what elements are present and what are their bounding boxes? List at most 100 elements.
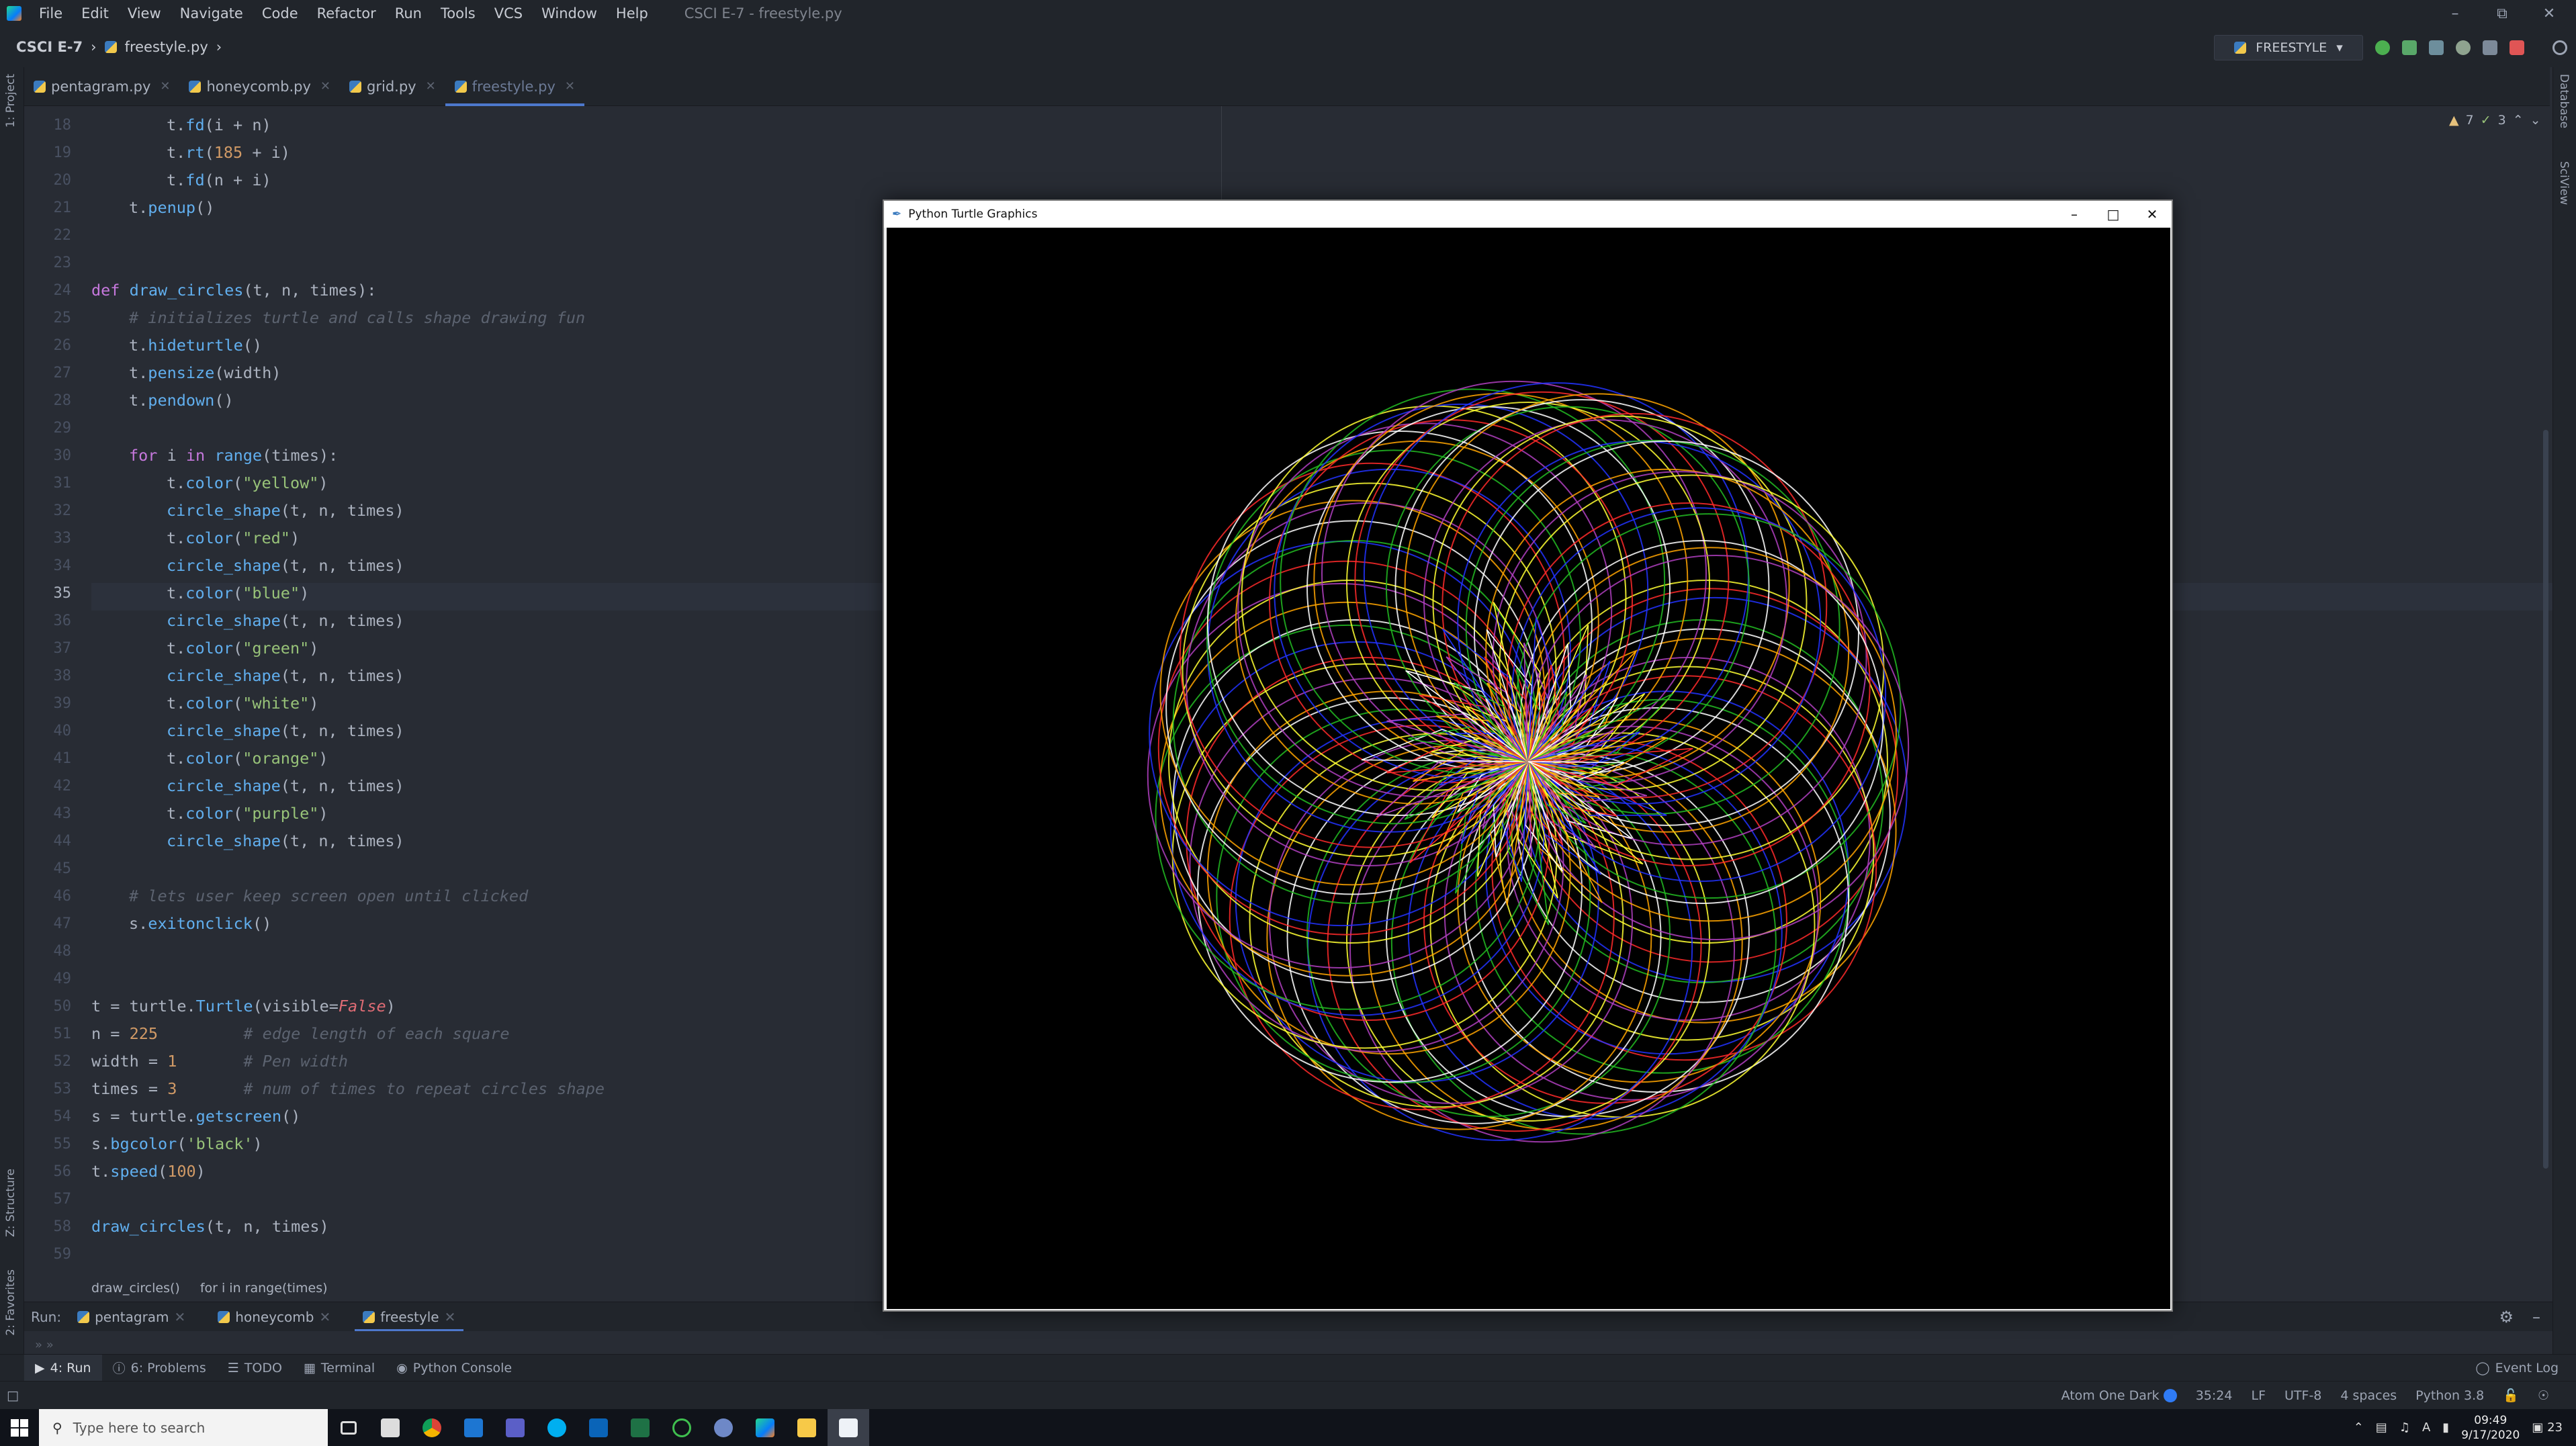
theme-indicator[interactable]: Atom One Dark xyxy=(2061,1388,2177,1403)
editor-scrollbar[interactable] xyxy=(2543,430,2548,1169)
taskbar-search[interactable]: ⚲ Type here to search xyxy=(39,1409,328,1446)
code-line[interactable]: t.fd(n + i) xyxy=(167,167,271,194)
run-concurrency-icon[interactable] xyxy=(2483,40,2497,55)
code-line[interactable]: # lets user keep screen open until click… xyxy=(129,883,528,910)
close-icon[interactable]: ✕ xyxy=(2133,201,2172,228)
file-explorer-app[interactable] xyxy=(786,1409,828,1446)
code-line[interactable]: times = 3 # num of times to repeat circl… xyxy=(91,1075,605,1103)
menu-refactor[interactable]: Refactor xyxy=(308,5,386,21)
code-line[interactable]: circle_shape(t, n, times) xyxy=(167,717,404,745)
breadcrumb-project[interactable]: CSCI E-7 xyxy=(16,39,83,55)
tool-problems[interactable]: ⓘ 6: Problems xyxy=(102,1359,217,1377)
breadcrumb-function[interactable]: draw_circles() xyxy=(91,1281,180,1296)
network-icon[interactable]: ▤ xyxy=(2376,1420,2387,1435)
caret-position[interactable]: 35:24 xyxy=(2196,1388,2233,1403)
code-line[interactable]: s = turtle.getscreen() xyxy=(91,1103,300,1130)
menu-window[interactable]: Window xyxy=(532,5,607,21)
code-line[interactable]: t.color("blue") xyxy=(167,580,309,607)
event-log-button[interactable]: ◯ Event Log xyxy=(2464,1361,2569,1375)
stop-icon[interactable] xyxy=(2510,40,2524,55)
notifications-icon[interactable]: ☉ xyxy=(2538,1388,2549,1403)
lock-icon[interactable]: 🔓 xyxy=(2503,1388,2519,1403)
code-line[interactable]: t.color("yellow") xyxy=(167,469,328,497)
debug-icon[interactable] xyxy=(2402,40,2417,55)
structure-tool-button[interactable]: Z: Structure xyxy=(4,1169,17,1237)
code-line[interactable]: t.penup() xyxy=(129,194,214,222)
run-configuration-select[interactable]: FREESTYLE ▾ xyxy=(2214,35,2363,60)
code-line[interactable]: t.pendown() xyxy=(129,387,234,414)
menu-help[interactable]: Help xyxy=(607,5,658,21)
rerun-arrows-icon[interactable]: » » xyxy=(35,1338,54,1352)
close-tab-icon[interactable]: ✕ xyxy=(320,79,330,93)
code-line[interactable]: t.pensize(width) xyxy=(129,359,281,387)
code-line[interactable]: n = 225 # edge length of each square xyxy=(91,1020,510,1048)
close-tab-icon[interactable]: ✕ xyxy=(426,79,436,93)
close-tab-icon[interactable]: ✕ xyxy=(160,79,170,93)
code-line[interactable]: t.color("red") xyxy=(167,525,300,552)
code-line[interactable]: width = 1 # Pen width xyxy=(91,1048,348,1075)
indent-setting[interactable]: 4 spaces xyxy=(2340,1388,2397,1403)
sciview-tool-button[interactable]: SciView xyxy=(2557,161,2571,205)
code-line[interactable]: t.fd(i + n) xyxy=(167,111,271,139)
code-line[interactable]: s.exitonclick() xyxy=(129,910,271,938)
menu-navigate[interactable]: Navigate xyxy=(171,5,253,21)
restore-icon[interactable]: ⧉ xyxy=(2479,0,2526,27)
project-tool-button[interactable]: 1: Project xyxy=(4,74,17,128)
code-line[interactable]: draw_circles(t, n, times) xyxy=(91,1213,329,1240)
close-icon[interactable]: ✕ xyxy=(2526,0,2573,27)
notification-center-icon[interactable]: ▣ 23 xyxy=(2532,1420,2563,1435)
tool-run[interactable]: ▶ 4: Run xyxy=(24,1354,102,1382)
close-tab-icon[interactable]: ✕ xyxy=(319,1309,330,1325)
code-line[interactable]: t.rt(185 + i) xyxy=(167,139,290,167)
close-tab-icon[interactable]: ✕ xyxy=(175,1309,186,1325)
excel-app[interactable] xyxy=(619,1409,661,1446)
tab-honeycomb[interactable]: honeycomb.py ✕ xyxy=(179,67,340,106)
menu-run[interactable]: Run xyxy=(386,5,431,21)
tool-python-console[interactable]: ◉ Python Console xyxy=(386,1361,523,1375)
xbox-app[interactable] xyxy=(661,1409,703,1446)
windows-start-button[interactable] xyxy=(0,1409,39,1446)
favorites-tool-button[interactable]: 2: Favorites xyxy=(4,1269,17,1336)
code-line[interactable]: circle_shape(t, n, times) xyxy=(167,772,404,800)
pycharm-app[interactable] xyxy=(744,1409,786,1446)
code-line[interactable]: t = turtle.Turtle(visible=False) xyxy=(91,993,396,1020)
keyboard-language-icon[interactable]: A xyxy=(2422,1420,2430,1435)
code-line[interactable]: circle_shape(t, n, times) xyxy=(167,607,404,635)
close-tab-icon[interactable]: ✕ xyxy=(445,1309,456,1325)
code-line[interactable]: circle_shape(t, n, times) xyxy=(167,497,404,525)
run-tab-pentagram[interactable]: pentagram ✕ xyxy=(61,1302,202,1332)
run-tab-freestyle[interactable]: freestyle ✕ xyxy=(347,1302,472,1332)
inspection-widget[interactable]: ▲ 7 ✓ 3 ⌃ ⌄ xyxy=(2449,113,2541,128)
menu-vcs[interactable]: VCS xyxy=(485,5,532,21)
code-line[interactable]: def draw_circles(t, n, times): xyxy=(91,277,376,304)
breadcrumb-file[interactable]: freestyle.py xyxy=(125,39,208,55)
rerun-icon[interactable] xyxy=(2375,40,2390,55)
minimize-icon[interactable]: – xyxy=(2055,201,2094,228)
skype-app[interactable] xyxy=(536,1409,578,1446)
volume-icon[interactable]: ♫ xyxy=(2399,1420,2410,1435)
menu-code[interactable]: Code xyxy=(253,5,308,21)
menu-edit[interactable]: Edit xyxy=(72,5,118,21)
code-line[interactable]: t.color("green") xyxy=(167,635,318,662)
task-view-button[interactable] xyxy=(328,1409,369,1446)
profile-icon[interactable] xyxy=(2456,40,2471,55)
code-line[interactable]: circle_shape(t, n, times) xyxy=(167,662,404,690)
code-line[interactable]: # initializes turtle and calls shape dra… xyxy=(129,304,585,332)
store-app[interactable] xyxy=(453,1409,494,1446)
python-interpreter[interactable]: Python 3.8 xyxy=(2415,1388,2484,1403)
run-tab-honeycomb[interactable]: honeycomb ✕ xyxy=(202,1302,347,1332)
chrome-app[interactable] xyxy=(411,1409,453,1446)
code-line[interactable]: circle_shape(t, n, times) xyxy=(167,552,404,580)
tab-freestyle[interactable]: freestyle.py ✕ xyxy=(445,67,585,106)
search-icon[interactable] xyxy=(2552,40,2567,55)
menu-view[interactable]: View xyxy=(118,5,171,21)
line-separator[interactable]: LF xyxy=(2251,1388,2266,1403)
menu-file[interactable]: File xyxy=(30,5,72,21)
close-tab-icon[interactable]: ✕ xyxy=(565,79,575,93)
turtle-graphics-window[interactable]: ✒ Python Turtle Graphics – □ ✕ xyxy=(883,199,2173,1312)
notepad-app[interactable] xyxy=(828,1409,869,1446)
outlook-app[interactable] xyxy=(578,1409,619,1446)
hide-panel-icon[interactable]: – xyxy=(2532,1308,2540,1326)
browser-app[interactable] xyxy=(703,1409,744,1446)
code-line[interactable]: circle_shape(t, n, times) xyxy=(167,827,404,855)
